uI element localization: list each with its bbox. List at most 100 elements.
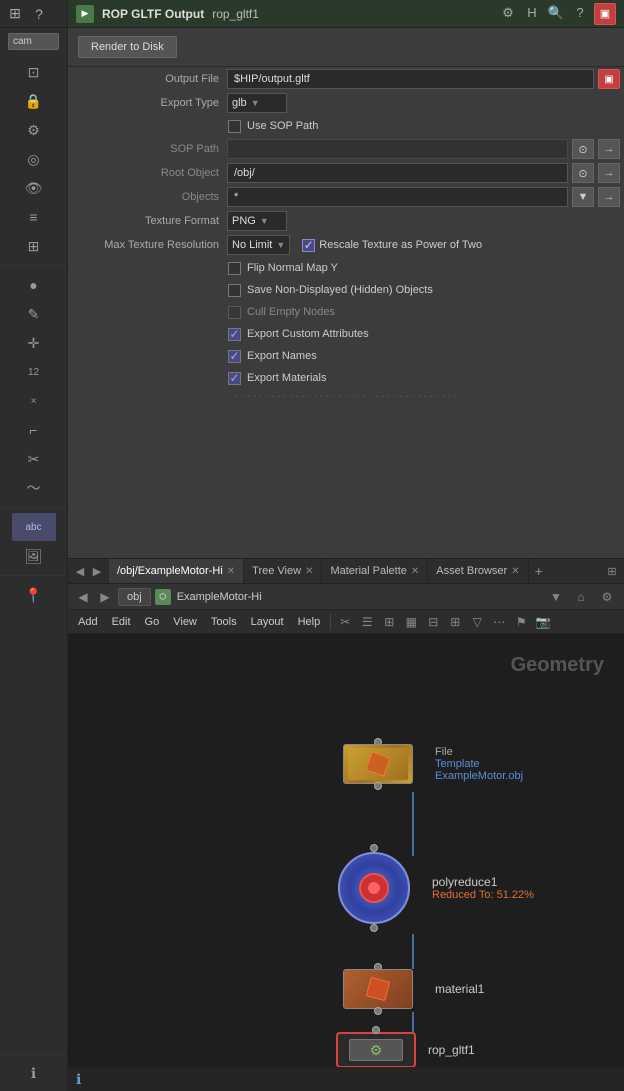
node-rop-gltf1[interactable]: ⚙ rop_gltf1	[336, 1032, 475, 1067]
flip-normal-checkbox[interactable]	[228, 262, 241, 275]
menu-camera-icon[interactable]: 📷	[533, 612, 553, 632]
text-icon[interactable]: abc	[12, 513, 56, 541]
crop-icon[interactable]: ⌐	[12, 416, 56, 444]
menu-view[interactable]: View	[167, 614, 203, 630]
view-icon[interactable]: ⊡	[12, 58, 56, 86]
image-icon[interactable]: 🖼	[12, 542, 56, 570]
rescale-checkbox[interactable]: ✓	[302, 239, 315, 252]
wave-icon[interactable]: 〜	[12, 474, 56, 502]
compass-icon[interactable]: ◎	[12, 145, 56, 173]
eye-icon[interactable]: 👁	[12, 174, 56, 202]
settings-action-icon[interactable]: ⚙	[498, 3, 518, 23]
menu-dots-icon[interactable]: ⋯	[489, 612, 509, 632]
node-graph[interactable]: Geometry File	[68, 634, 624, 1067]
status-info-icon[interactable]: ℹ	[76, 1071, 81, 1088]
output-file-input[interactable]	[227, 69, 594, 89]
menu-flag-icon[interactable]: ⚑	[511, 612, 531, 632]
output-icon-button[interactable]: ▣	[594, 3, 616, 25]
tab-add-button[interactable]: +	[529, 563, 549, 579]
path-obj-chip[interactable]: obj	[118, 588, 151, 606]
tab-nav-forward[interactable]: ▶	[89, 561, 105, 581]
sop-path-input[interactable]	[227, 139, 568, 159]
path-gear-btn[interactable]: ⚙	[596, 588, 618, 606]
tab-material-palette-close[interactable]: ✕	[411, 566, 419, 577]
cull-empty-row: Cull Empty Nodes	[68, 301, 624, 323]
numx-icon[interactable]: ×	[12, 387, 56, 415]
bookmark-action-icon[interactable]: H	[522, 3, 542, 23]
geometry-label: Geometry	[511, 654, 604, 677]
save-hidden-checkbox[interactable]	[228, 284, 241, 297]
layers-icon[interactable]: ≡	[12, 203, 56, 231]
scissors-icon[interactable]: ✂	[12, 445, 56, 473]
menu-collapse-icon[interactable]: ⊞	[445, 612, 465, 632]
menu-cut-icon[interactable]: ✂	[335, 612, 355, 632]
path-forward-btn[interactable]: ▶	[96, 588, 114, 606]
sop-path-arrow-btn[interactable]: →	[598, 139, 620, 159]
left-toolbar: ⊞ ? cam ⊡ 🔒 ⚙ ◎ 👁 ≡ ⊞ ● ✎ ✛ 12 × ⌐ ✂ 〜 a…	[0, 0, 68, 1091]
menu-list-icon[interactable]: ☰	[357, 612, 377, 632]
node-material1[interactable]: material1	[343, 969, 484, 1009]
material-node-body[interactable]	[343, 969, 413, 1009]
objects-dropdown-btn[interactable]: ▼	[572, 187, 594, 207]
tab-example-motor-close[interactable]: ✕	[227, 566, 235, 577]
render-to-disk-button[interactable]: Render to Disk	[78, 36, 177, 58]
output-file-browse-btn[interactable]: ▣	[598, 69, 620, 89]
tab-tree-view-close[interactable]: ✕	[305, 566, 313, 577]
move-icon[interactable]: ✛	[12, 329, 56, 357]
network-icon[interactable]: ⊞	[4, 3, 26, 25]
max-texture-dropdown[interactable]: No Limit ▼	[227, 235, 290, 255]
menu-add[interactable]: Add	[72, 614, 104, 630]
path-back-btn[interactable]: ◀	[74, 588, 92, 606]
menu-help[interactable]: Help	[292, 614, 327, 630]
select-icon[interactable]: ●	[12, 271, 56, 299]
menu-layout[interactable]: Layout	[245, 614, 290, 630]
menu-table-icon[interactable]: ▦	[401, 612, 421, 632]
export-materials-checkbox[interactable]: ✓	[228, 372, 241, 385]
pen-icon[interactable]: ✎	[12, 300, 56, 328]
path-dropdown-btn[interactable]: ▼	[546, 588, 566, 606]
tab-tree-view[interactable]: Tree View ✕	[244, 558, 322, 584]
cull-empty-checkbox[interactable]	[228, 306, 241, 319]
menu-go[interactable]: Go	[139, 614, 166, 630]
root-object-row: Root Object ⊙ →	[68, 161, 624, 185]
export-type-dropdown[interactable]: glb ▼	[227, 93, 287, 113]
tab-example-motor[interactable]: /obj/ExampleMotor-Hi ✕	[109, 558, 244, 584]
file-node-body[interactable]	[343, 744, 413, 784]
menu-edit[interactable]: Edit	[106, 614, 137, 630]
tab-view-btn[interactable]: ⊞	[604, 561, 620, 581]
export-names-checkbox[interactable]: ✓	[228, 350, 241, 363]
help-icon[interactable]: ?	[28, 3, 50, 25]
menu-filter-icon[interactable]: ▽	[467, 612, 487, 632]
tab-nav-back[interactable]: ◀	[72, 561, 88, 581]
menu-expand-icon[interactable]: ⊟	[423, 612, 443, 632]
menu-tools[interactable]: Tools	[205, 614, 243, 630]
num12-icon[interactable]: 12	[12, 358, 56, 386]
tab-asset-browser[interactable]: Asset Browser ✕	[428, 558, 528, 584]
sop-path-browse-btn[interactable]: ⊙	[572, 139, 594, 159]
settings-icon[interactable]: ⚙	[12, 116, 56, 144]
info-bottom-icon[interactable]: ℹ	[12, 1059, 56, 1087]
root-object-input[interactable]	[227, 163, 568, 183]
location-icon[interactable]: 📍	[12, 581, 56, 609]
search-action-icon[interactable]: 🔍	[546, 3, 566, 23]
objects-arrow-btn[interactable]: →	[598, 187, 620, 207]
path-home-btn[interactable]: ⌂	[570, 588, 592, 606]
objects-input[interactable]	[227, 187, 568, 207]
export-custom-checkbox[interactable]: ✓	[228, 328, 241, 341]
use-sop-path-checkbox[interactable]	[228, 120, 241, 133]
lock-icon[interactable]: 🔒	[12, 87, 56, 115]
poly-node-body[interactable]	[338, 852, 410, 924]
menu-grid-icon[interactable]: ⊞	[379, 612, 399, 632]
help-action-icon[interactable]: ?	[570, 3, 590, 23]
node-polyreduce1[interactable]: polyreduce1 Reduced To: 51.22%	[338, 852, 534, 924]
tab-asset-browser-close[interactable]: ✕	[511, 566, 519, 577]
root-object-browse-btn[interactable]: ⊙	[572, 163, 594, 183]
root-object-arrow-btn[interactable]: →	[598, 163, 620, 183]
grid-icon[interactable]: ⊞	[12, 232, 56, 260]
texture-format-dropdown[interactable]: PNG ▼	[227, 211, 287, 231]
rop-node-body[interactable]: ⚙	[336, 1032, 416, 1067]
cam-button[interactable]: cam	[8, 33, 59, 50]
file-node-link[interactable]: ExampleMotor.obj	[435, 770, 523, 782]
node-file-template[interactable]: File Template ExampleMotor.obj	[343, 744, 523, 784]
tab-material-palette[interactable]: Material Palette ✕	[322, 558, 428, 584]
